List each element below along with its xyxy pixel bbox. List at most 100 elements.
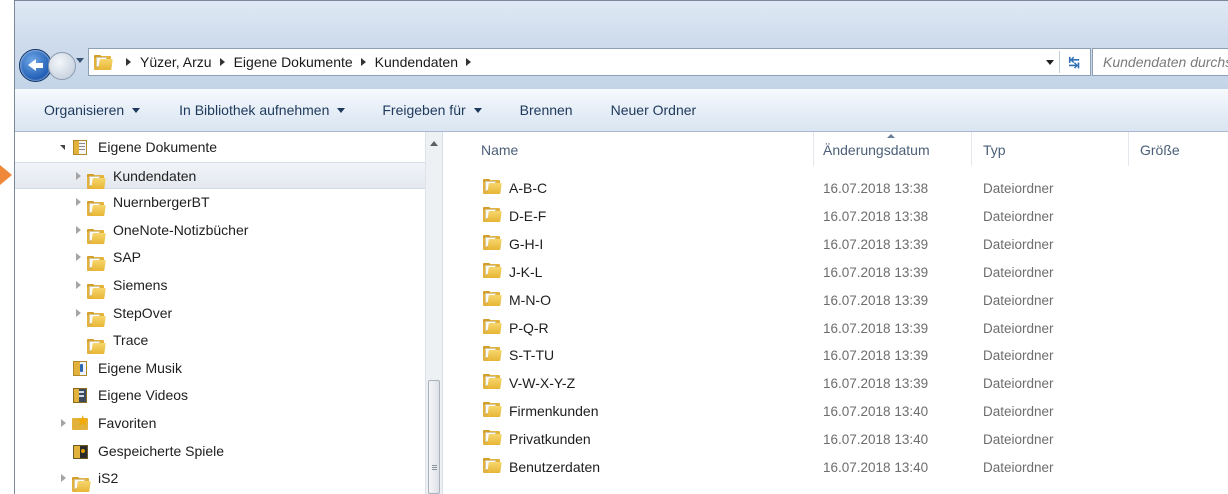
- file-name: V-W-X-Y-Z: [509, 375, 576, 391]
- folder-icon: [483, 319, 502, 334]
- file-type: Dateiordner: [983, 432, 1054, 447]
- file-type: Dateiordner: [983, 237, 1054, 252]
- folder-icon: [483, 402, 502, 417]
- folder-icon: [483, 179, 502, 194]
- tree-item-gespeicherte-spiele[interactable]: Gespeicherte Spiele: [15, 438, 441, 465]
- tree-item-sap[interactable]: SAP: [15, 244, 441, 271]
- breadcrumb-separator-icon[interactable]: [465, 58, 471, 66]
- collapsed-arrow-icon[interactable]: [61, 419, 66, 427]
- file-name: M-N-O: [509, 292, 551, 308]
- folder-icon: [483, 207, 502, 222]
- folder-icon: [87, 229, 106, 244]
- file-type: Dateiordner: [983, 293, 1054, 308]
- tree-item-label: Eigene Dokumente: [98, 139, 218, 155]
- breadcrumb-item-user[interactable]: Yüzer, Arzu: [140, 54, 212, 70]
- folder-icon: [87, 312, 106, 327]
- collapsed-arrow-icon[interactable]: [76, 226, 81, 234]
- file-modified: 16.07.2018 13:39: [823, 265, 929, 280]
- file-modified: 16.07.2018 13:38: [823, 209, 929, 224]
- recent-pages-dropdown-icon[interactable]: [76, 58, 84, 63]
- tree-item-label: Eigene Musik: [98, 360, 183, 376]
- tree-item-nuernbergerbt[interactable]: NuernbergerBT: [15, 189, 441, 216]
- share-label: Freigeben für: [382, 102, 466, 118]
- chevron-down-icon: [473, 107, 482, 113]
- column-header-type[interactable]: Typ: [983, 132, 1006, 168]
- file-row[interactable]: M-N-O 16.07.2018 13:39 Dateiordner: [443, 286, 1228, 314]
- favorites-star-icon: ★: [72, 413, 90, 431]
- column-header-modified[interactable]: Änderungsdatum: [823, 132, 930, 168]
- new-folder-button[interactable]: Neuer Ordner: [597, 102, 711, 118]
- documents-library-icon: [72, 140, 90, 155]
- new-folder-label: Neuer Ordner: [610, 102, 697, 118]
- navigation-scrollbar[interactable]: [425, 132, 443, 494]
- collapsed-arrow-icon[interactable]: [76, 281, 81, 289]
- column-header-name[interactable]: Name: [481, 132, 518, 168]
- file-type: Dateiordner: [983, 404, 1054, 419]
- address-dropdown-icon[interactable]: [1046, 60, 1054, 65]
- file-row[interactable]: D-E-F 16.07.2018 13:38 Dateiordner: [443, 202, 1228, 230]
- tree-item-trace[interactable]: Trace: [15, 327, 441, 354]
- file-row[interactable]: J-K-L 16.07.2018 13:39 Dateiordner: [443, 258, 1228, 286]
- column-header-size[interactable]: Größe: [1140, 132, 1180, 168]
- file-row[interactable]: P-Q-R 16.07.2018 13:39 Dateiordner: [443, 314, 1228, 342]
- collapsed-arrow-icon[interactable]: [76, 198, 81, 206]
- tree-item-kundendaten[interactable]: Kundendaten: [15, 162, 441, 189]
- file-name: J-K-L: [509, 264, 543, 280]
- command-bar: Organisieren In Bibliothek aufnehmen Fre…: [15, 89, 1228, 132]
- folder-icon: [483, 458, 502, 473]
- file-row[interactable]: V-W-X-Y-Z 16.07.2018 13:39 Dateiordner: [443, 369, 1228, 397]
- tree-item-onenote-notizbücher[interactable]: OneNote-Notizbücher: [15, 217, 441, 244]
- search-input[interactable]: Kundendaten durchsuchen: [1092, 48, 1228, 76]
- scrollbar-thumb[interactable]: [428, 380, 440, 494]
- collapsed-arrow-icon[interactable]: [76, 309, 81, 317]
- tree-item-is2[interactable]: iS2: [15, 465, 441, 492]
- tree-item-eigene-videos[interactable]: Eigene Videos: [15, 382, 441, 409]
- include-in-library-menu[interactable]: In Bibliothek aufnehmen: [165, 102, 359, 118]
- tree-item-siemens[interactable]: Siemens: [15, 272, 441, 299]
- breadcrumb-item-documents[interactable]: Eigene Dokumente: [234, 54, 353, 70]
- breadcrumb-separator-icon[interactable]: [126, 58, 131, 66]
- library-label: In Bibliothek aufnehmen: [179, 102, 330, 118]
- share-with-menu[interactable]: Freigeben für: [368, 102, 495, 118]
- collapsed-arrow-icon[interactable]: [76, 253, 81, 261]
- collapsed-arrow-icon[interactable]: [76, 172, 81, 180]
- column-type-label: Typ: [983, 142, 1006, 158]
- file-row[interactable]: Firmenkunden 16.07.2018 13:40 Dateiordner: [443, 397, 1228, 425]
- details-pane: Name Änderungsdatum Typ Größe A-B-C 16.07…: [443, 132, 1228, 494]
- expanded-arrow-icon[interactable]: [60, 145, 65, 150]
- file-type: Dateiordner: [983, 348, 1054, 363]
- callout-arrow: [0, 165, 12, 185]
- forward-button[interactable]: [48, 52, 76, 80]
- file-name: G-H-I: [509, 236, 544, 252]
- file-row[interactable]: A-B-C 16.07.2018 13:38 Dateiordner: [443, 174, 1228, 202]
- folder-icon: [87, 174, 106, 189]
- refresh-button[interactable]: ↹: [1059, 51, 1088, 73]
- file-modified: 16.07.2018 13:40: [823, 460, 929, 475]
- column-modified-label: Änderungsdatum: [823, 142, 930, 158]
- videos-folder-icon: [72, 388, 90, 403]
- music-folder-icon: [72, 361, 90, 376]
- tree-item-eigene-dokumente[interactable]: Eigene Dokumente: [15, 134, 441, 161]
- burn-button[interactable]: Brennen: [506, 102, 587, 118]
- breadcrumb-item-kundendaten[interactable]: Kundendaten: [375, 54, 458, 70]
- organize-menu[interactable]: Organisieren: [15, 102, 154, 118]
- address-bar[interactable]: Yüzer, Arzu Eigene Dokumente Kundendaten…: [88, 48, 1091, 76]
- collapsed-arrow-icon[interactable]: [61, 474, 66, 482]
- file-row[interactable]: Benutzerdaten 16.07.2018 13:40 Dateiordner: [443, 453, 1228, 481]
- file-row[interactable]: S-T-TU 16.07.2018 13:39 Dateiordner: [443, 341, 1228, 369]
- file-row[interactable]: Privatkunden 16.07.2018 13:40 Dateiordner: [443, 425, 1228, 453]
- file-name: P-Q-R: [509, 320, 549, 336]
- tree-item-label: iS2: [98, 470, 119, 486]
- burn-label: Brennen: [519, 102, 573, 118]
- tree-item-stepover[interactable]: StepOver: [15, 300, 441, 327]
- breadcrumb-separator-icon[interactable]: [219, 58, 225, 66]
- breadcrumb: Yüzer, Arzu Eigene Dokumente Kundendaten: [118, 54, 480, 70]
- tree-item-favoriten[interactable]: ★ Favoriten: [15, 410, 441, 437]
- scroll-up-icon[interactable]: [430, 141, 438, 146]
- breadcrumb-separator-icon[interactable]: [360, 58, 366, 66]
- tree-item-eigene-musik[interactable]: Eigene Musik: [15, 355, 441, 382]
- tree-item-label: NuernbergerBT: [113, 194, 210, 210]
- file-modified: 16.07.2018 13:39: [823, 376, 929, 391]
- file-name: Firmenkunden: [509, 403, 599, 419]
- file-row[interactable]: G-H-I 16.07.2018 13:39 Dateiordner: [443, 230, 1228, 258]
